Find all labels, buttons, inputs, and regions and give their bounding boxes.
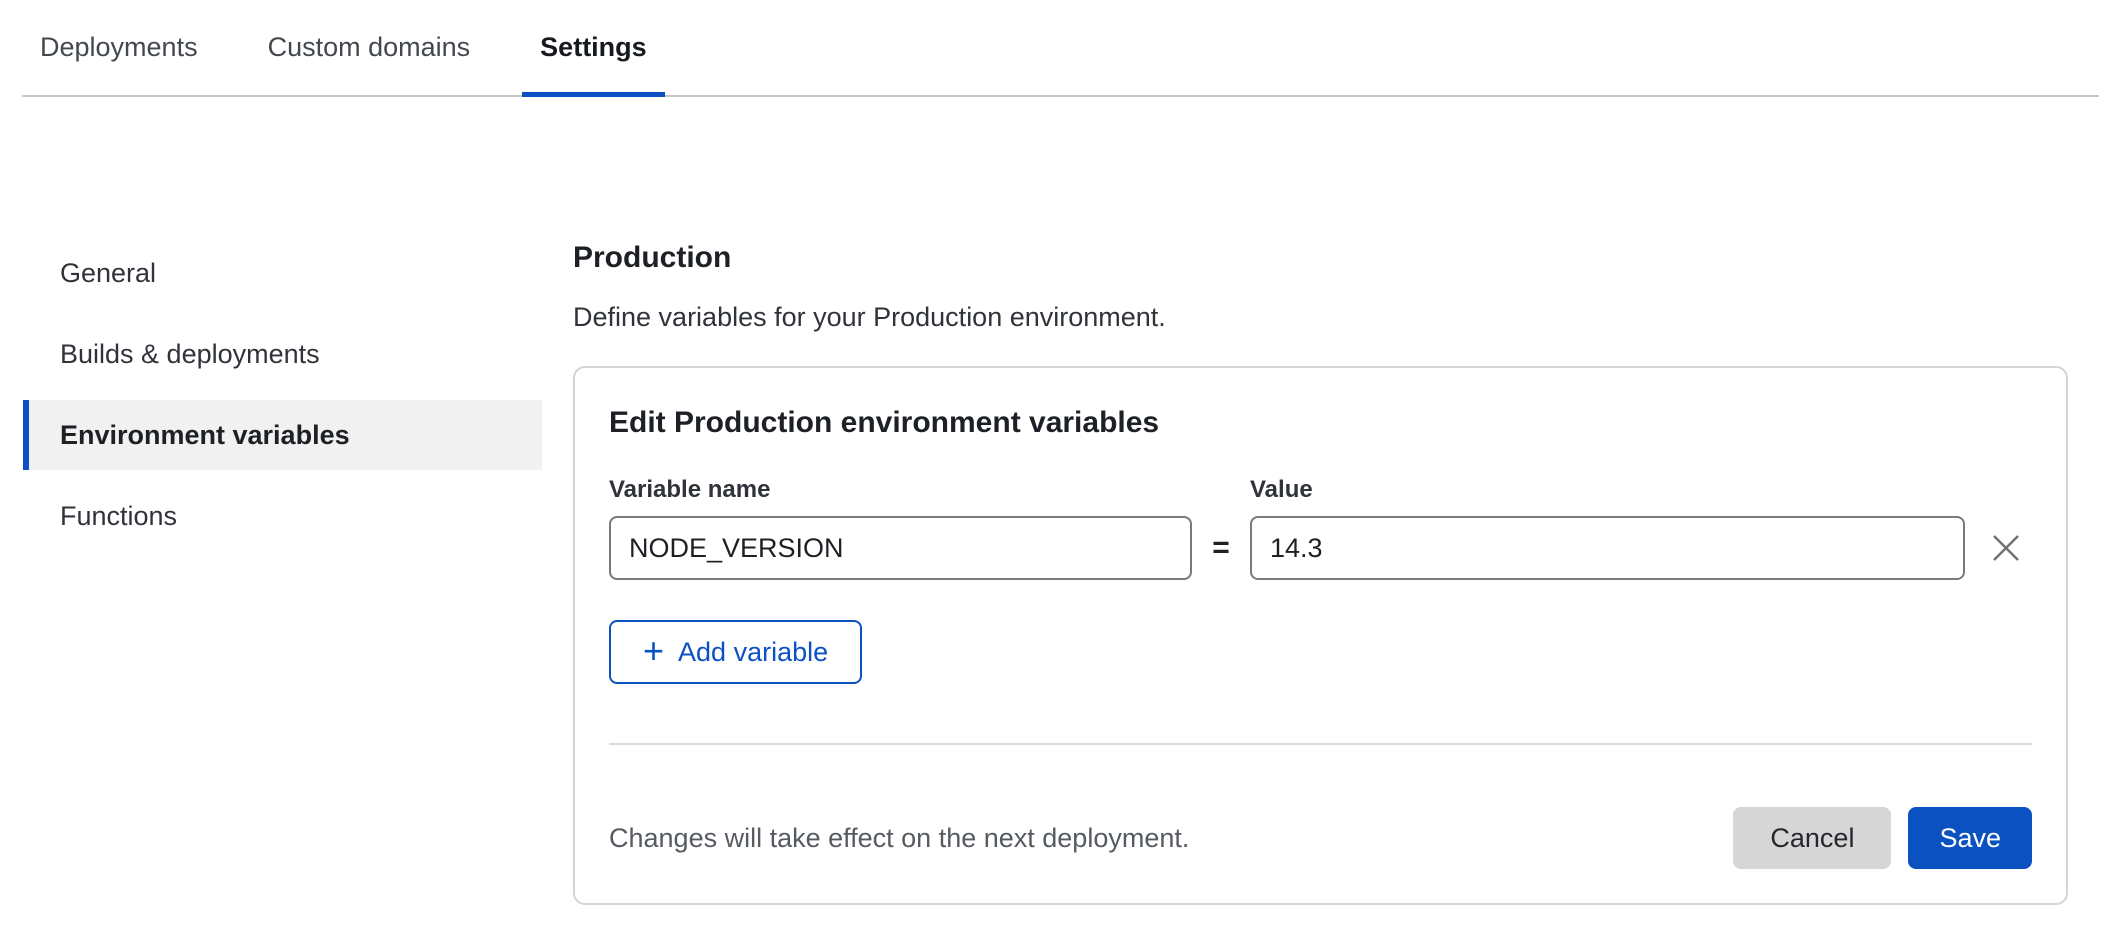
card-divider <box>609 743 2032 745</box>
card-title: Edit Production environment variables <box>609 406 2032 440</box>
plus-icon: + <box>643 633 664 669</box>
tab-deployments[interactable]: Deployments <box>22 0 216 95</box>
footer-actions: Cancel Save <box>1733 807 2032 869</box>
edit-variables-card: Edit Production environment variables Va… <box>573 366 2068 905</box>
cancel-button[interactable]: Cancel <box>1733 807 1891 869</box>
save-button[interactable]: Save <box>1908 807 2032 869</box>
deployment-note: Changes will take effect on the next dep… <box>609 823 1189 854</box>
value-label: Value <box>1250 476 1965 516</box>
remove-variable-button[interactable] <box>1986 528 2026 568</box>
equals-sign: = <box>1192 531 1250 565</box>
page-tabs: Deployments Custom domains Settings <box>22 0 2099 97</box>
sidebar-item-builds-deployments[interactable]: Builds & deployments <box>23 319 542 389</box>
sidebar-item-general[interactable]: General <box>23 238 542 308</box>
close-x-icon <box>1991 533 2021 563</box>
settings-sidebar: General Builds & deployments Environment… <box>23 238 542 562</box>
environment-variables-panel: Production Define variables for your Pro… <box>573 97 2068 905</box>
card-footer: Changes will take effect on the next dep… <box>609 807 2032 869</box>
sidebar-item-environment-variables[interactable]: Environment variables <box>23 400 542 470</box>
settings-layout: General Builds & deployments Environment… <box>0 97 2121 905</box>
variable-row: Variable name Value = <box>609 476 2032 580</box>
sidebar-item-functions[interactable]: Functions <box>23 481 542 551</box>
add-variable-button[interactable]: + Add variable <box>609 620 862 684</box>
variable-name-label: Variable name <box>609 476 1192 516</box>
add-variable-label: Add variable <box>678 637 828 668</box>
tab-custom-domains[interactable]: Custom domains <box>250 0 489 95</box>
variable-value-input[interactable] <box>1250 516 1965 580</box>
tab-settings[interactable]: Settings <box>522 0 665 95</box>
section-title: Production <box>573 240 2068 276</box>
section-description: Define variables for your Production env… <box>573 299 2068 335</box>
variable-name-input[interactable] <box>609 516 1192 580</box>
